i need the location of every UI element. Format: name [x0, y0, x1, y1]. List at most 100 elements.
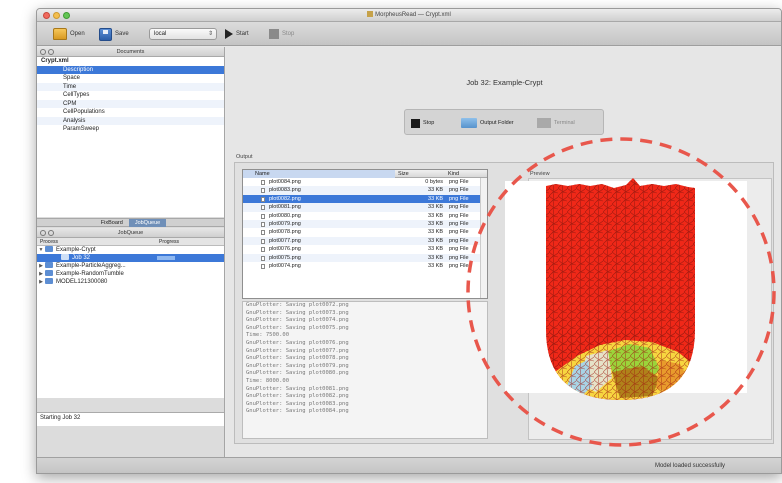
queue-row-random-tumble[interactable]: ▶ Example-RandomTumble: [37, 270, 224, 278]
file-row-selected[interactable]: plot0082.png 33 KB png File: [243, 194, 487, 204]
file-size: 0 bytes: [425, 179, 443, 185]
jobqueue-header-label: JobQueue: [117, 230, 144, 236]
tree-item-celltypes[interactable]: CellTypes: [37, 91, 224, 100]
console-line: GnuPlotter: Saving plot0082.png: [246, 393, 349, 400]
file-row[interactable]: plot0080.png 33 KB png File: [243, 212, 487, 220]
png-file-icon: [261, 213, 265, 219]
tree-item-paramsweep[interactable]: ParamSweep: [37, 125, 224, 134]
queue-row-model[interactable]: ▶ MODEL121300080: [37, 278, 224, 286]
tree-root-crypt[interactable]: Crypt.xml: [37, 57, 224, 66]
documents-header-label: Documents: [116, 49, 145, 55]
open-button[interactable]: Open: [53, 26, 85, 42]
file-kind: png File: [449, 254, 469, 261]
file-row[interactable]: plot0077.png 33 KB png File: [243, 236, 487, 246]
panel-float-icon[interactable]: [48, 49, 54, 55]
executor-select[interactable]: local ⇕: [149, 28, 217, 40]
queue-row-label: Job 32: [72, 255, 91, 261]
file-row[interactable]: plot0074.png 33 KB png File: [243, 262, 487, 270]
disclosure-closed-icon[interactable]: ▶: [37, 262, 45, 270]
job-stop-button[interactable]: Stop: [411, 116, 434, 130]
tree-item-cpm[interactable]: CPM: [37, 99, 224, 108]
job-title: Job 32: Example-Crypt: [466, 78, 543, 87]
save-button[interactable]: Save: [99, 26, 129, 42]
console-line: GnuPlotter: Saving plot0084.png: [246, 408, 349, 415]
stop-icon: [269, 29, 279, 39]
queue-row-example-crypt[interactable]: ▼ Example-Crypt: [37, 246, 224, 254]
output-folder-label: Output Folder: [480, 120, 514, 126]
log-message: Starting Job 32: [40, 415, 81, 421]
png-file-icon: [261, 188, 265, 194]
tree-item-cellpopulations[interactable]: CellPopulations: [37, 108, 224, 117]
file-size: 33 KB: [428, 262, 443, 269]
col-name[interactable]: Name: [243, 170, 395, 178]
stop-button[interactable]: Stop: [269, 26, 294, 42]
console-line: GnuPlotter: Saving plot0080.png: [246, 370, 349, 377]
disclosure-closed-icon[interactable]: ▶: [37, 270, 45, 278]
file-row[interactable]: plot0076.png 33 KB png File: [243, 245, 487, 253]
console-line: GnuPlotter: Saving plot0072.png: [246, 302, 349, 308]
tree-item-label: CellTypes: [63, 92, 90, 98]
tree-item-space[interactable]: Space: [37, 74, 224, 83]
tab-jobqueue[interactable]: JobQueue: [128, 219, 167, 227]
job-controls: Stop Output Folder Terminal: [404, 109, 604, 135]
start-button[interactable]: Start: [225, 26, 249, 42]
tree-item-description[interactable]: Description: [37, 65, 224, 74]
documents-header: Documents: [37, 47, 224, 57]
file-table-scrollbar[interactable]: [480, 178, 487, 298]
file-kind: png File: [449, 195, 469, 202]
file-row[interactable]: plot0084.png 0 bytes png File: [243, 178, 487, 186]
output-group-label: Output: [236, 154, 253, 160]
output-file-table: Name Size Kind plot0084.png 0 bytes png Fi…: [242, 169, 488, 299]
file-row[interactable]: plot0078.png 33 KB png File: [243, 228, 487, 236]
col-process[interactable]: Process: [40, 239, 58, 245]
file-kind: png File: [449, 212, 469, 219]
queue-row-label: Example-RandomTumble: [56, 271, 124, 277]
file-kind: png File: [449, 246, 469, 253]
job-queue-list: Process Progress ▼ Example-Crypt Job 32 ▶…: [37, 238, 224, 398]
file-kind: png File: [449, 220, 469, 227]
job-view: Job 32: Example-Crypt Stop Output Folder…: [226, 47, 781, 457]
col-size[interactable]: Size: [395, 170, 409, 178]
folder-icon: [461, 118, 477, 128]
status-bar: Model loaded successfully: [37, 457, 781, 473]
file-row[interactable]: plot0083.png 33 KB png File: [243, 186, 487, 195]
disclosure-open-icon[interactable]: ▼: [37, 246, 45, 254]
file-size: 33 KB: [428, 220, 443, 227]
save-label: Save: [115, 31, 129, 37]
panel-close-icon[interactable]: [40, 49, 46, 55]
console-line: GnuPlotter: Saving plot0081.png: [246, 385, 349, 392]
queue-row-job-32[interactable]: Job 32: [37, 254, 224, 262]
file-name: plot0074.png: [269, 262, 301, 269]
file-size: 33 KB: [428, 229, 443, 236]
file-row[interactable]: plot0075.png 33 KB png File: [243, 253, 487, 262]
png-file-icon: [261, 247, 265, 253]
console-line: GnuPlotter: Saving plot0075.png: [246, 324, 349, 331]
console-line: Time: 8000.00: [246, 377, 290, 384]
file-row[interactable]: plot0081.png 33 KB png File: [243, 203, 487, 212]
col-progress[interactable]: Progress: [159, 238, 179, 246]
col-kind[interactable]: Kind: [445, 170, 459, 178]
tree-item-analysis[interactable]: Analysis: [37, 116, 224, 125]
console-line: GnuPlotter: Saving plot0083.png: [246, 400, 349, 407]
file-name: plot0075.png: [269, 254, 301, 261]
panel-close-icon[interactable]: [40, 230, 46, 236]
tab-fixboard[interactable]: FixBoard: [95, 219, 129, 227]
tree-item-label: ParamSweep: [63, 126, 100, 132]
disclosure-closed-icon[interactable]: ▶: [37, 278, 45, 286]
toolbar: Open Save local ⇕ Start Stop: [37, 22, 781, 46]
tree-item-label: Description: [63, 66, 94, 73]
queue-row-particle-aggreg[interactable]: ▶ Example-ParticleAggreg...: [37, 262, 224, 270]
terminal-button[interactable]: Terminal: [537, 116, 575, 130]
folder-icon: [45, 246, 53, 252]
file-row[interactable]: plot0079.png 33 KB png File: [243, 219, 487, 229]
file-name: plot0082.png: [269, 195, 301, 202]
folder-icon: [45, 278, 53, 284]
output-folder-button[interactable]: Output Folder: [461, 116, 514, 130]
console-line: GnuPlotter: Saving plot0076.png: [246, 339, 349, 346]
png-file-icon: [261, 255, 265, 261]
file-name: plot0078.png: [269, 229, 301, 236]
executor-value: local: [154, 31, 167, 37]
tree-item-time[interactable]: Time: [37, 82, 224, 91]
file-name: plot0079.png: [269, 220, 301, 227]
panel-float-icon[interactable]: [48, 230, 54, 236]
